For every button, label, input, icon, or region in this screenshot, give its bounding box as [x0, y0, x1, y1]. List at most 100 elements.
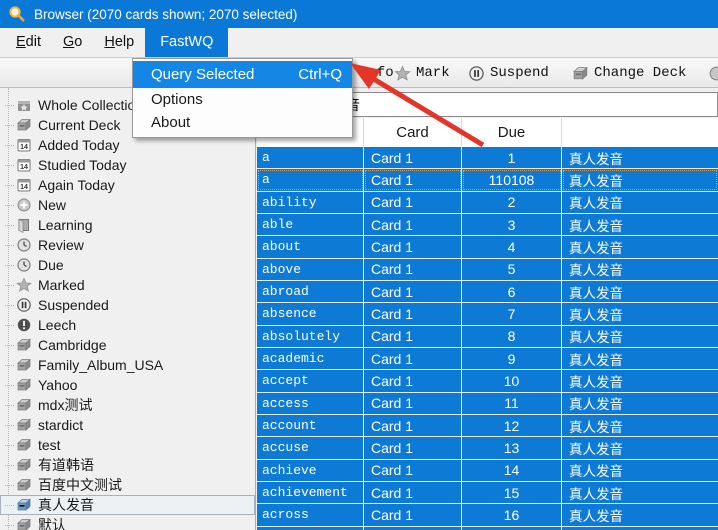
- toolbar: iInfoMarkSuspendChange Deck: [0, 58, 718, 88]
- sidebar-item-marked[interactable]: Marked: [0, 275, 255, 295]
- cell-deck: 真人发音: [562, 326, 718, 347]
- table-row[interactable]: aCard 11真人发音: [257, 147, 718, 169]
- toolbar-suspend[interactable]: Suspend: [468, 58, 549, 88]
- browser-window: Browser (2070 cards shown; 2070 selected…: [0, 0, 718, 530]
- sidebar-item-yahoo[interactable]: Yahoo: [0, 375, 255, 395]
- cell-due: 4: [462, 236, 562, 257]
- cell-card: Card 1: [364, 147, 462, 168]
- sidebar-item-label: Whole Collection: [38, 97, 143, 113]
- sidebar-item-label: 百度中文测试: [38, 475, 122, 495]
- toolbar-tag-icon[interactable]: [708, 58, 718, 88]
- star-icon: [394, 65, 411, 82]
- tree-stub: [5, 505, 14, 506]
- sidebar-item-suspended[interactable]: Suspended: [0, 295, 255, 315]
- sidebar-item-mdx[interactable]: mdx测试: [0, 395, 255, 415]
- table-row[interactable]: absenceCard 17真人发音: [257, 303, 718, 325]
- cell-sort-field: above: [257, 259, 364, 280]
- menuitem-about[interactable]: About: [133, 111, 352, 134]
- collection-icon: [16, 97, 32, 113]
- deck-icon: [16, 457, 32, 473]
- cell-due: 2: [462, 192, 562, 213]
- table-row[interactable]: actCard 117真人发音: [257, 527, 718, 530]
- cell-card: Card 1: [364, 259, 462, 280]
- sidebar-item-studied-today[interactable]: 14Studied Today: [0, 155, 255, 175]
- plus-circle-icon: [16, 197, 32, 213]
- table-row[interactable]: aboutCard 14真人发音: [257, 236, 718, 258]
- toolbar-change-deck[interactable]: Change Deck: [572, 58, 686, 88]
- deck-icon: [16, 477, 32, 493]
- tree-stub: [5, 525, 14, 526]
- column-header-deck[interactable]: [562, 118, 718, 147]
- sidebar-item-test[interactable]: test: [0, 435, 255, 455]
- cell-deck: 真人发音: [562, 437, 718, 458]
- sidebar-item-deck-19[interactable]: 百度中文测试: [0, 475, 255, 495]
- column-header-due[interactable]: Due: [462, 118, 562, 147]
- cell-due: 6: [462, 281, 562, 302]
- cell-due: 10: [462, 370, 562, 391]
- table-row[interactable]: ableCard 13真人发音: [257, 214, 718, 236]
- cell-deck: 真人发音: [562, 236, 718, 257]
- sidebar-item-learning[interactable]: Learning: [0, 215, 255, 235]
- card-table: aCard 11真人发音aCard 1110108真人发音abilityCard…: [257, 147, 718, 530]
- cell-deck: 真人发音: [562, 348, 718, 369]
- cell-card: Card 1: [364, 370, 462, 391]
- cell-deck: 真人发音: [562, 460, 718, 481]
- menu-go[interactable]: Go: [52, 28, 93, 57]
- sidebar-item-cambridge[interactable]: Cambridge: [0, 335, 255, 355]
- menuitem-options[interactable]: Options: [133, 88, 352, 111]
- table-row[interactable]: abilityCard 12真人发音: [257, 192, 718, 214]
- table-row[interactable]: accountCard 112真人发音: [257, 415, 718, 437]
- table-row[interactable]: absolutelyCard 18真人发音: [257, 326, 718, 348]
- sidebar-item-label: Leech: [38, 317, 76, 333]
- menu-edit[interactable]: Edit: [5, 28, 52, 57]
- sidebar-item-new[interactable]: New: [0, 195, 255, 215]
- sidebar-item-added-today[interactable]: 14Added Today: [0, 135, 255, 155]
- sidebar-item-due[interactable]: Due: [0, 255, 255, 275]
- sidebar-item-label: Studied Today: [38, 157, 126, 173]
- tree-stub: [5, 345, 14, 346]
- sidebar-item-again-today[interactable]: 14Again Today: [0, 175, 255, 195]
- table-row[interactable]: aboveCard 15真人发音: [257, 259, 718, 281]
- cell-deck: 真人发音: [562, 504, 718, 525]
- cell-due: 7: [462, 303, 562, 324]
- table-row[interactable]: achieveCard 114真人发音: [257, 460, 718, 482]
- sidebar-item-family-album-usa[interactable]: Family_Album_USA: [0, 355, 255, 375]
- tree-stub: [5, 325, 14, 326]
- sidebar-item-deck-20[interactable]: 真人发音: [0, 495, 255, 515]
- svg-text:14: 14: [20, 184, 28, 191]
- sidebar-item-leech[interactable]: Leech: [0, 315, 255, 335]
- deck-icon: [16, 357, 32, 373]
- sidebar-item-label: Marked: [38, 277, 85, 293]
- table-row[interactable]: aCard 1110108真人发音: [257, 169, 718, 191]
- table-row[interactable]: academicCard 19真人发音: [257, 348, 718, 370]
- toolbar-mark[interactable]: Mark: [394, 58, 450, 88]
- table-row[interactable]: abroadCard 16真人发音: [257, 281, 718, 303]
- table-row[interactable]: acceptCard 110真人发音: [257, 370, 718, 392]
- menu-help[interactable]: Help: [93, 28, 145, 57]
- table-row[interactable]: achievementCard 115真人发音: [257, 482, 718, 504]
- title-bar: Browser (2070 cards shown; 2070 selected…: [0, 0, 718, 28]
- cell-sort-field: able: [257, 214, 364, 235]
- menu-fastwq[interactable]: FastWQ: [145, 28, 228, 57]
- cell-due: 8: [462, 326, 562, 347]
- table-row[interactable]: accuseCard 113真人发音: [257, 437, 718, 459]
- column-header-card[interactable]: Card: [364, 118, 462, 147]
- deck-icon: [16, 337, 32, 353]
- sidebar-item-label: 有道韩语: [38, 455, 94, 475]
- sidebar-item-review[interactable]: Review: [0, 235, 255, 255]
- pause-icon: [468, 65, 485, 82]
- menuitem-label: Options: [151, 91, 203, 108]
- tag-icon: [708, 65, 718, 82]
- table-row[interactable]: acrossCard 116真人发音: [257, 504, 718, 526]
- cell-deck: 真人发音: [562, 192, 718, 213]
- magnifier-icon: [8, 5, 26, 23]
- sidebar-item-stardict[interactable]: stardict: [0, 415, 255, 435]
- cell-deck: 真人发音: [562, 415, 718, 436]
- sidebar-item-deck-18[interactable]: 有道韩语: [0, 455, 255, 475]
- svg-text:14: 14: [20, 144, 28, 151]
- cell-card: Card 1: [364, 437, 462, 458]
- table-row[interactable]: accessCard 111真人发音: [257, 393, 718, 415]
- menuitem-query-selected[interactable]: Query SelectedCtrl+Q: [133, 61, 352, 88]
- sidebar-item-deck-21[interactable]: 默认: [0, 515, 255, 530]
- cell-sort-field: absolutely: [257, 326, 364, 347]
